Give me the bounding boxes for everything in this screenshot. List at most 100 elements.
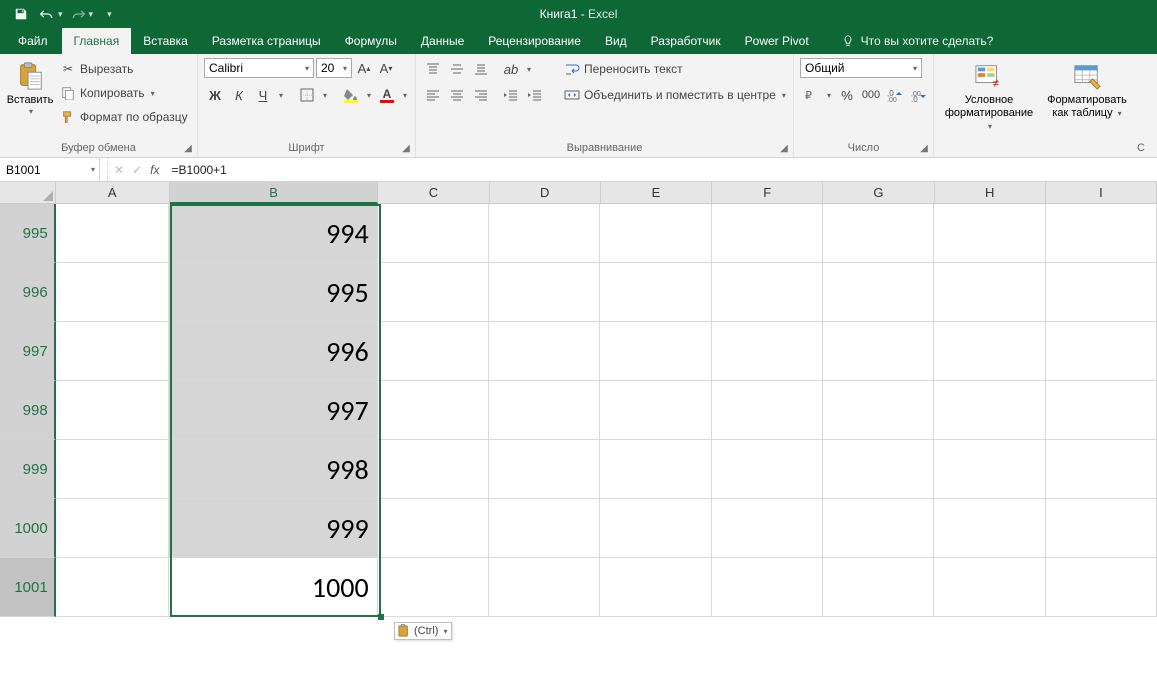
row-header[interactable]: 998 (0, 381, 56, 440)
cell[interactable] (378, 381, 489, 440)
cell[interactable] (934, 204, 1045, 263)
cell[interactable] (600, 499, 711, 558)
comma-format-button[interactable]: 000 (860, 84, 882, 106)
cell[interactable] (55, 263, 169, 322)
cell[interactable] (378, 558, 489, 617)
row-header[interactable]: 997 (0, 322, 56, 381)
cell[interactable] (55, 381, 169, 440)
cell[interactable] (378, 499, 489, 558)
italic-button[interactable]: К (228, 84, 250, 106)
tab-formulas[interactable]: Формулы (333, 28, 409, 54)
cut-button[interactable]: ✂ Вырезать (58, 58, 190, 80)
column-header[interactable]: E (601, 182, 712, 203)
tab-developer[interactable]: Разработчик (639, 28, 733, 54)
clipboard-launcher[interactable]: ◢ (181, 141, 195, 155)
conditional-formatting-button[interactable]: ≠ Условное форматирование ▾ (940, 58, 1038, 136)
format-as-table-button[interactable]: Форматировать как таблицу ▾ (1038, 58, 1136, 122)
shrink-font-button[interactable]: A▾ (376, 58, 396, 78)
font-color-button[interactable]: A (376, 84, 398, 106)
cell[interactable] (823, 499, 934, 558)
cell[interactable] (378, 440, 489, 499)
cell[interactable] (823, 322, 934, 381)
decrease-decimal-button[interactable]: ,00,0 (908, 84, 930, 106)
row-header[interactable]: 999 (0, 440, 56, 499)
cell[interactable]: 998 (169, 440, 378, 499)
column-header[interactable]: F (712, 182, 823, 203)
undo-icon[interactable] (36, 3, 58, 25)
column-header[interactable]: B (170, 182, 379, 204)
fill-color-button[interactable] (340, 84, 362, 106)
merge-center-button[interactable]: Объединить и поместить в центре ▾ (562, 84, 788, 106)
cell[interactable] (1046, 440, 1157, 499)
cell[interactable] (1046, 322, 1157, 381)
tab-file[interactable]: Файл (4, 28, 62, 54)
column-header[interactable]: H (935, 182, 1046, 203)
cell[interactable] (378, 322, 489, 381)
select-all-corner[interactable] (0, 182, 56, 203)
format-painter-button[interactable]: Формат по образцу (58, 106, 190, 128)
cell[interactable] (934, 263, 1045, 322)
cell[interactable] (1046, 499, 1157, 558)
cell[interactable] (934, 499, 1045, 558)
cell[interactable] (489, 381, 600, 440)
grow-font-button[interactable]: A▴ (354, 58, 374, 78)
cell[interactable] (600, 558, 711, 617)
cell[interactable] (1046, 558, 1157, 617)
cell[interactable] (55, 499, 169, 558)
cell[interactable] (489, 204, 600, 263)
cell[interactable]: 995 (169, 263, 378, 322)
cell[interactable]: 996 (169, 322, 378, 381)
number-format-combo[interactable]: Общий ▾ (800, 58, 922, 78)
chevron-down-icon[interactable]: ▾ (400, 91, 410, 100)
tab-data[interactable]: Данные (409, 28, 476, 54)
cell[interactable] (712, 263, 823, 322)
cell[interactable] (600, 204, 711, 263)
font-size-combo[interactable]: 20 ▾ (316, 58, 352, 78)
align-center-button[interactable] (446, 84, 468, 106)
orientation-button[interactable]: ab (500, 58, 522, 80)
decrease-indent-button[interactable] (500, 84, 522, 106)
cell[interactable] (489, 499, 600, 558)
tab-insert[interactable]: Вставка (131, 28, 200, 54)
cell[interactable] (823, 381, 934, 440)
cell[interactable] (823, 558, 934, 617)
alignment-launcher[interactable]: ◢ (777, 141, 791, 155)
cell[interactable] (378, 204, 489, 263)
cell[interactable] (712, 381, 823, 440)
cell[interactable] (489, 322, 600, 381)
cell[interactable] (712, 440, 823, 499)
cell[interactable] (934, 558, 1045, 617)
cell[interactable] (934, 440, 1045, 499)
cell[interactable] (712, 499, 823, 558)
cell[interactable] (378, 263, 489, 322)
cell[interactable] (823, 204, 934, 263)
redo-icon[interactable] (67, 3, 89, 25)
paste-options-tag[interactable]: (Ctrl) ▾ (394, 622, 452, 640)
cell[interactable]: 994 (169, 204, 378, 263)
bold-button[interactable]: Ж (204, 84, 226, 106)
accounting-format-button[interactable]: ₽ (800, 84, 822, 106)
chevron-down-icon[interactable]: ▾ (524, 65, 534, 74)
undo-dropdown-icon[interactable]: ▾ (58, 9, 63, 20)
enter-formula-icon[interactable]: ✓ (132, 163, 142, 177)
percent-format-button[interactable]: % (836, 84, 858, 106)
cell[interactable] (55, 558, 169, 617)
column-header[interactable]: D (490, 182, 601, 203)
align-bottom-button[interactable] (470, 58, 492, 80)
cell[interactable] (55, 440, 169, 499)
underline-button[interactable]: Ч (252, 84, 274, 106)
cell[interactable] (489, 263, 600, 322)
borders-button[interactable] (296, 84, 318, 106)
cell[interactable] (600, 322, 711, 381)
column-header[interactable]: G (823, 182, 934, 203)
align-right-button[interactable] (470, 84, 492, 106)
cancel-formula-icon[interactable]: ✕ (114, 163, 124, 177)
chevron-down-icon[interactable]: ▾ (364, 91, 374, 100)
redo-dropdown-icon[interactable]: ▾ (89, 9, 94, 20)
wrap-text-button[interactable]: Переносить текст (562, 58, 788, 80)
insert-function-icon[interactable]: fx (150, 163, 159, 177)
cell[interactable] (600, 263, 711, 322)
tell-me[interactable]: Что вы хотите сделать? (821, 28, 994, 54)
tab-page-layout[interactable]: Разметка страницы (200, 28, 333, 54)
row-header[interactable]: 1001 (0, 558, 56, 617)
